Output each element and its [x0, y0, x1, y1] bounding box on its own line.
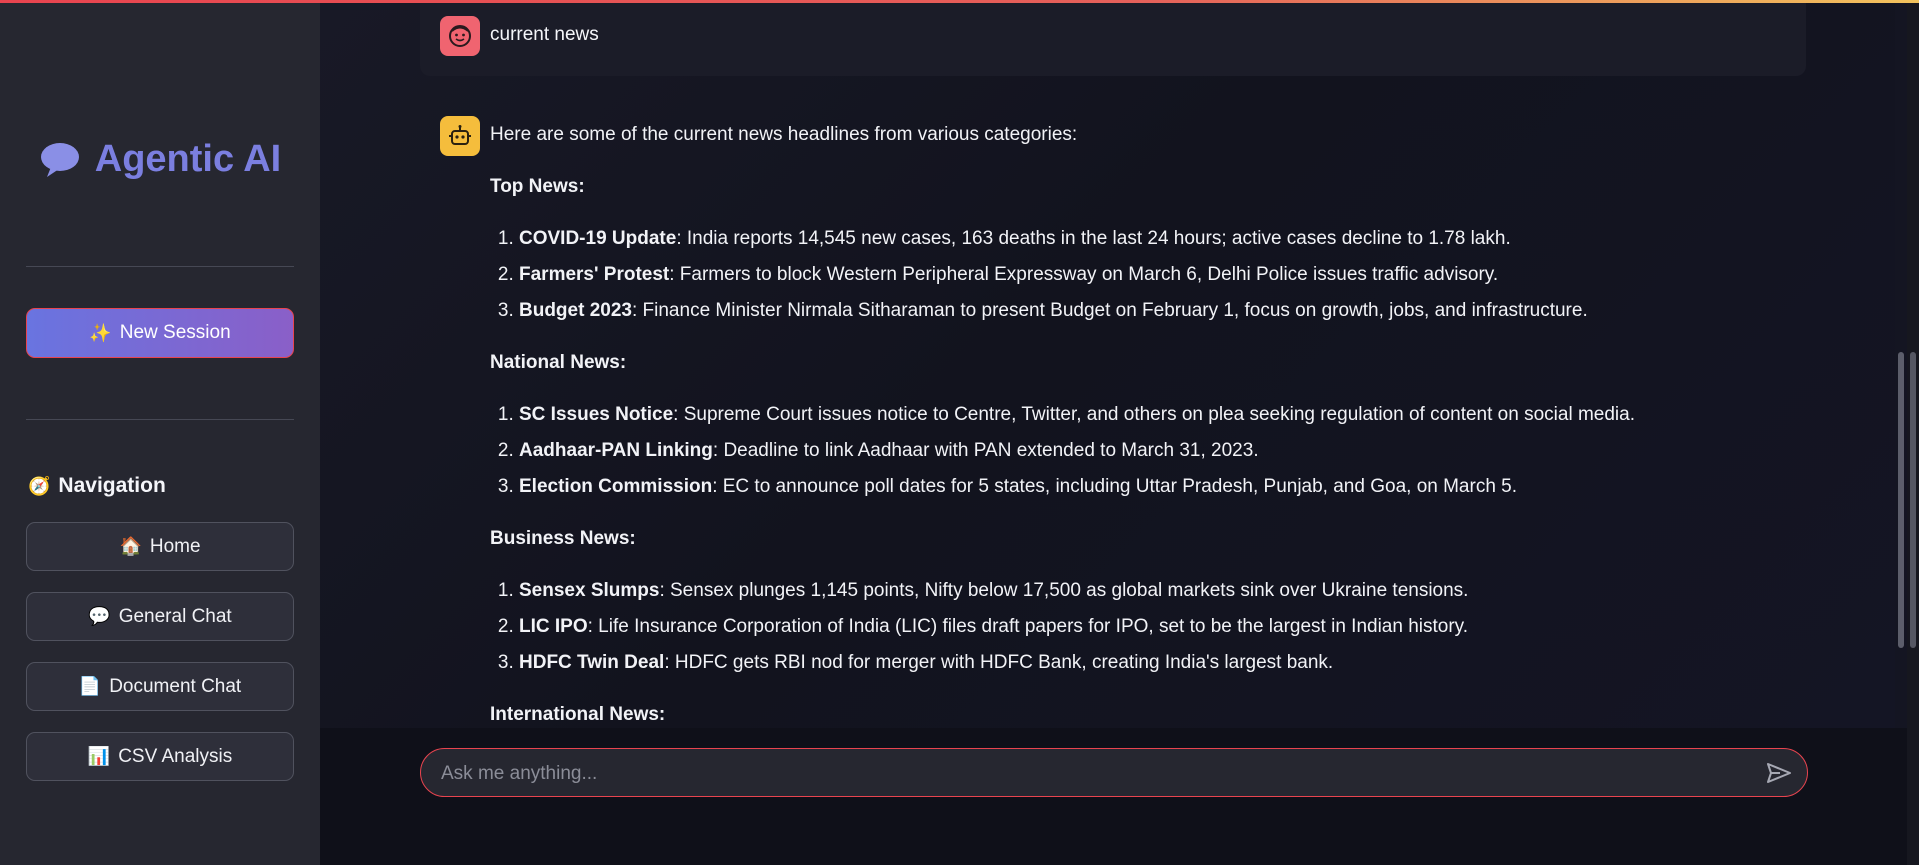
news-item-text: : Finance Minister Nirmala Sitharaman to…	[631, 300, 1588, 321]
news-item-text: : Life Insurance Corporation of India (L…	[587, 616, 1469, 637]
bar-chart-icon: 📊	[87, 746, 111, 766]
news-item-title: Sensex Slumps	[519, 580, 660, 601]
sidebar-divider	[26, 266, 294, 267]
page-scrollbar[interactable]	[1907, 0, 1919, 865]
news-item-title: Farmers' Protest	[519, 264, 670, 285]
news-item: SC Issues Notice: Supreme Court issues n…	[519, 397, 1790, 433]
nav-csv-analysis-button[interactable]: 📊 CSV Analysis	[26, 732, 294, 781]
section-title: National News:	[490, 352, 627, 373]
user-message-text: current news	[490, 24, 599, 45]
chat-area: current news Here are some of the curren…	[320, 0, 1907, 728]
nav-home-button[interactable]: 🏠 Home	[26, 522, 294, 571]
sidebar: Agentic AI ✨ New Session 🧭 Navigation 🏠 …	[0, 0, 320, 865]
news-item: HDFC Twin Deal: HDFC gets RBI nod for me…	[519, 645, 1790, 681]
news-item-text: : Supreme Court issues notice to Centre,…	[673, 404, 1635, 425]
send-button[interactable]	[1765, 760, 1793, 786]
news-item-text: : India reports 14,545 new cases, 163 de…	[676, 228, 1511, 249]
news-item-title: Aadhaar-PAN Linking	[519, 440, 713, 461]
send-icon	[1767, 763, 1791, 783]
news-list: SC Issues Notice: Supreme Court issues n…	[490, 397, 1790, 505]
news-item-title: Budget 2023	[519, 300, 632, 321]
user-avatar	[440, 16, 480, 56]
chat-input-bar	[320, 728, 1907, 865]
assistant-message: Here are some of the current news headli…	[490, 117, 1790, 728]
house-icon: 🏠	[119, 536, 142, 556]
navigation-title: Navigation	[58, 474, 166, 497]
news-item-title: HDFC Twin Deal	[519, 652, 665, 673]
new-session-label: New Session	[119, 322, 231, 343]
news-item-text: : Deadline to link Aadhaar with PAN exte…	[712, 440, 1259, 461]
speech-bubble-icon: 💬	[88, 606, 111, 626]
nav-general-chat-button[interactable]: 💬 General Chat	[26, 592, 294, 641]
user-face-icon	[449, 25, 471, 47]
section-title: Top News:	[490, 176, 585, 197]
chat-input[interactable]	[439, 749, 1743, 798]
compass-icon: 🧭	[28, 475, 51, 496]
section-title: International News:	[490, 704, 666, 725]
news-item-text: : HDFC gets RBI nod for merger with HDFC…	[664, 652, 1334, 673]
nav-document-chat-button[interactable]: 📄 Document Chat	[26, 662, 294, 711]
news-item-title: LIC IPO	[519, 616, 588, 637]
news-list: COVID-19 Update: India reports 14,545 ne…	[490, 221, 1790, 329]
news-item: LIC IPO: Life Insurance Corporation of I…	[519, 609, 1790, 645]
news-item: Budget 2023: Finance Minister Nirmala Si…	[519, 293, 1790, 329]
news-item: Aadhaar-PAN Linking: Deadline to link Aa…	[519, 433, 1790, 469]
chat-scrollbar[interactable]	[1895, 0, 1907, 728]
news-item: Farmers' Protest: Farmers to block Weste…	[519, 257, 1790, 293]
news-item-text: : Farmers to block Western Peripheral Ex…	[669, 264, 1499, 285]
nav-csv-analysis-label: CSV Analysis	[118, 745, 233, 767]
nav-document-chat-label: Document Chat	[109, 675, 242, 697]
assistant-avatar	[440, 116, 480, 156]
news-item-title: COVID-19 Update	[519, 228, 677, 249]
news-item: Sensex Slumps: Sensex plunges 1,145 poin…	[519, 573, 1790, 609]
news-item-title: SC Issues Notice	[519, 404, 674, 425]
section-title: Business News:	[490, 528, 636, 549]
news-item-text: : Sensex plunges 1,145 points, Nifty bel…	[659, 580, 1469, 601]
news-item-title: Election Commission	[519, 476, 713, 497]
user-message: current news	[420, 0, 1806, 76]
chat-input-container	[420, 748, 1808, 798]
sparkles-icon: ✨	[89, 322, 112, 343]
news-item-text: : EC to announce poll dates for 5 states…	[712, 476, 1518, 497]
navigation-heading: 🧭 Navigation	[28, 474, 166, 498]
document-icon: 📄	[78, 676, 102, 696]
nav-general-chat-label: General Chat	[118, 605, 232, 627]
page-scroll-thumb[interactable]	[1910, 352, 1916, 648]
news-item: Election Commission: EC to announce poll…	[519, 469, 1790, 505]
robot-icon	[449, 125, 471, 145]
chat-scroll-thumb[interactable]	[1898, 352, 1904, 648]
news-item: COVID-19 Update: India reports 14,545 ne…	[519, 221, 1790, 257]
sidebar-divider	[26, 419, 294, 420]
top-accent-line	[0, 0, 1919, 3]
news-list: Sensex Slumps: Sensex plunges 1,145 poin…	[490, 573, 1790, 681]
assistant-intro: Here are some of the current news headli…	[490, 124, 1078, 145]
chat-bubble-icon	[40, 142, 79, 177]
brand: Agentic AI	[0, 138, 320, 181]
new-session-button[interactable]: ✨ New Session	[26, 308, 294, 358]
nav-home-label: Home	[149, 535, 201, 557]
brand-title: Agentic AI	[94, 138, 282, 180]
